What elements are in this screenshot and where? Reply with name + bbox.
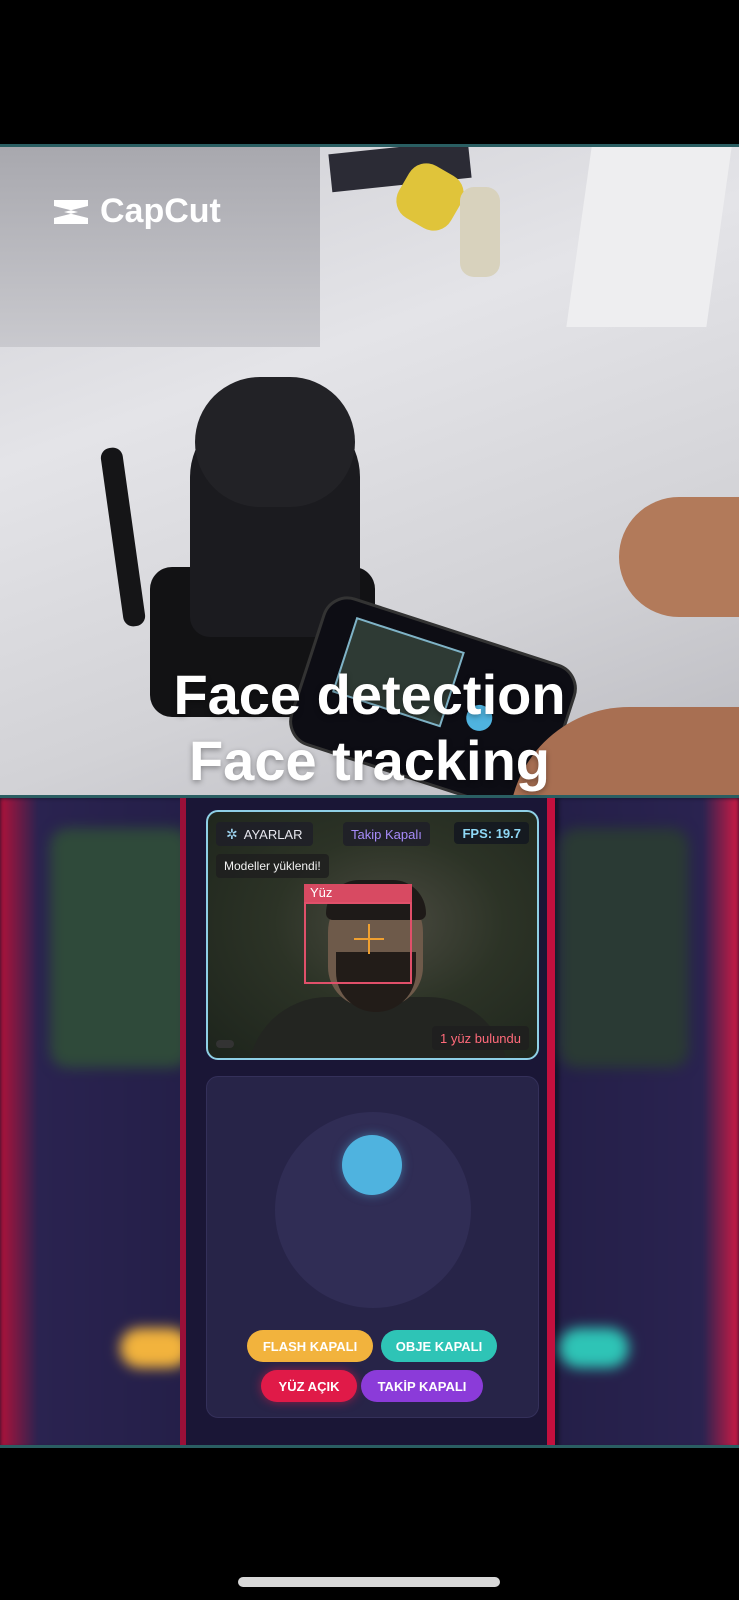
- gear-icon: ✲: [226, 825, 238, 842]
- capcut-logo: CapCut: [50, 192, 221, 231]
- tracking-toggle-button[interactable]: TAKİP KAPALI: [361, 1370, 483, 1402]
- hand-left: [619, 497, 739, 617]
- flash-toggle-button[interactable]: FLASH KAPALI: [247, 1330, 373, 1362]
- tracking-status: Takip Kapalı: [343, 822, 430, 846]
- background-shelf: [0, 147, 320, 347]
- camera-toggle[interactable]: [216, 1040, 234, 1048]
- face-toggle-button[interactable]: YÜZ AÇIK: [261, 1370, 357, 1402]
- bottom-video-frame: ✲ AYARLAR Takip Kapalı FPS: 19.7 Modelle…: [0, 798, 739, 1448]
- caption-line-2: Face tracking: [188, 729, 551, 792]
- faces-found-status: 1 yüz bulundu: [432, 1026, 529, 1050]
- capcut-logo-text: CapCut: [100, 192, 221, 230]
- camera-antenna: [99, 446, 147, 628]
- app-screen: ✲ AYARLAR Takip Kapalı FPS: 19.7 Modelle…: [180, 798, 555, 1445]
- background-papers: [566, 147, 732, 327]
- blurred-button-right: [559, 1328, 629, 1368]
- face-detection-box: [304, 902, 412, 984]
- figure-toy: [460, 187, 500, 277]
- camera-head: [195, 377, 355, 507]
- capcut-logo-icon: [50, 196, 92, 228]
- blurred-background-left: [0, 798, 190, 1445]
- crosshair-vertical: [368, 924, 370, 954]
- fps-counter: FPS: 19.7: [454, 822, 529, 844]
- settings-button[interactable]: ✲ AYARLAR: [216, 822, 313, 846]
- object-toggle-button[interactable]: OBJE KAPALI: [381, 1330, 497, 1362]
- joystick-knob[interactable]: [342, 1135, 402, 1195]
- blurred-preview-right: [559, 828, 689, 1068]
- models-loaded-message: Modeller yüklendi!: [216, 854, 329, 878]
- settings-label: AYARLAR: [243, 826, 303, 842]
- blurred-background-right: [559, 798, 739, 1445]
- camera-view: ✲ AYARLAR Takip Kapalı FPS: 19.7 Modelle…: [206, 810, 539, 1060]
- blurred-preview-left: [50, 828, 190, 1068]
- caption-line-1: Face detection: [173, 663, 566, 726]
- face-detection-label: Yüz: [304, 884, 412, 902]
- control-panel: FLASH KAPALI OBJE KAPALI YÜZ AÇIK TAKİP …: [206, 1076, 539, 1418]
- home-indicator[interactable]: [238, 1577, 500, 1587]
